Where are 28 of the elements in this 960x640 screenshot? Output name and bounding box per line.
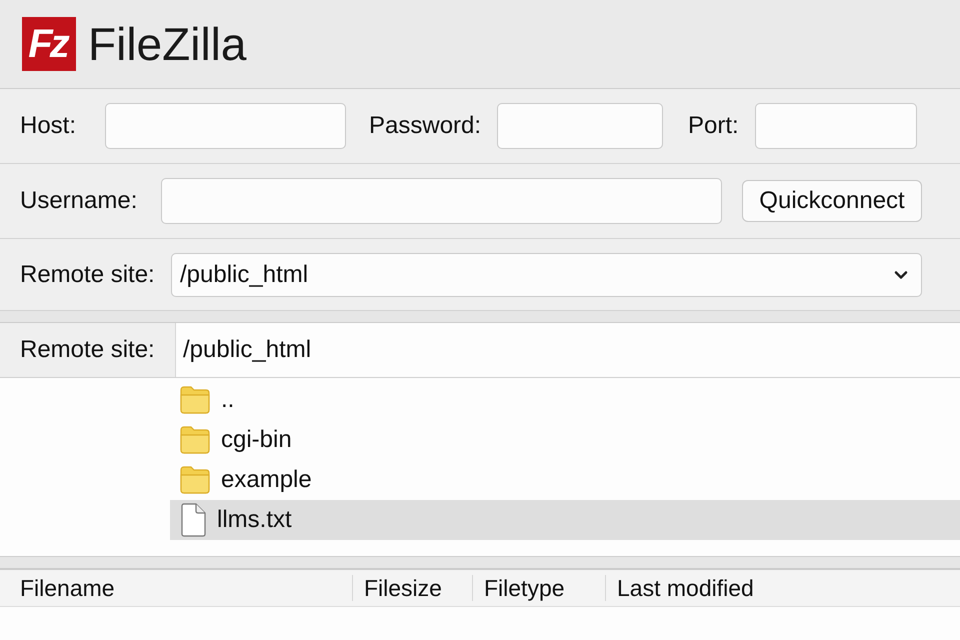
password-field[interactable] xyxy=(497,103,663,149)
pane-splitter[interactable] xyxy=(0,557,960,569)
folder-icon xyxy=(180,386,210,414)
column-header[interactable]: Filesize xyxy=(353,574,472,602)
app-title: FileZilla xyxy=(88,21,246,67)
tree-item[interactable]: cgi-bin xyxy=(170,420,960,460)
pane-splitter[interactable] xyxy=(0,311,960,323)
port-field[interactable] xyxy=(755,103,917,149)
app-logo: Fz xyxy=(22,17,76,71)
folder-icon xyxy=(180,426,210,454)
column-header[interactable]: Last modified xyxy=(606,574,754,602)
file-icon xyxy=(180,503,206,537)
tree-item[interactable]: example xyxy=(170,460,960,500)
column-header[interactable]: Filename xyxy=(0,574,352,602)
folder-icon xyxy=(180,466,210,494)
host-field[interactable] xyxy=(105,103,346,149)
password-label: Password: xyxy=(369,112,482,140)
remote-site-dropdown[interactable]: /public_html xyxy=(171,252,922,296)
host-label: Host: xyxy=(20,112,78,140)
quickconnect-button[interactable]: Quickconnect xyxy=(742,180,922,222)
remote-path-field[interactable]: /public_html xyxy=(176,323,960,377)
port-label: Port: xyxy=(688,112,740,140)
column-header[interactable]: Filetype xyxy=(473,574,605,602)
username-field[interactable] xyxy=(161,178,722,224)
username-label: Username: xyxy=(20,187,138,215)
tree-item[interactable]: .. xyxy=(170,380,960,420)
remote-site-label: Remote site: xyxy=(20,260,156,288)
tree-item[interactable]: llms.txt xyxy=(170,500,960,540)
